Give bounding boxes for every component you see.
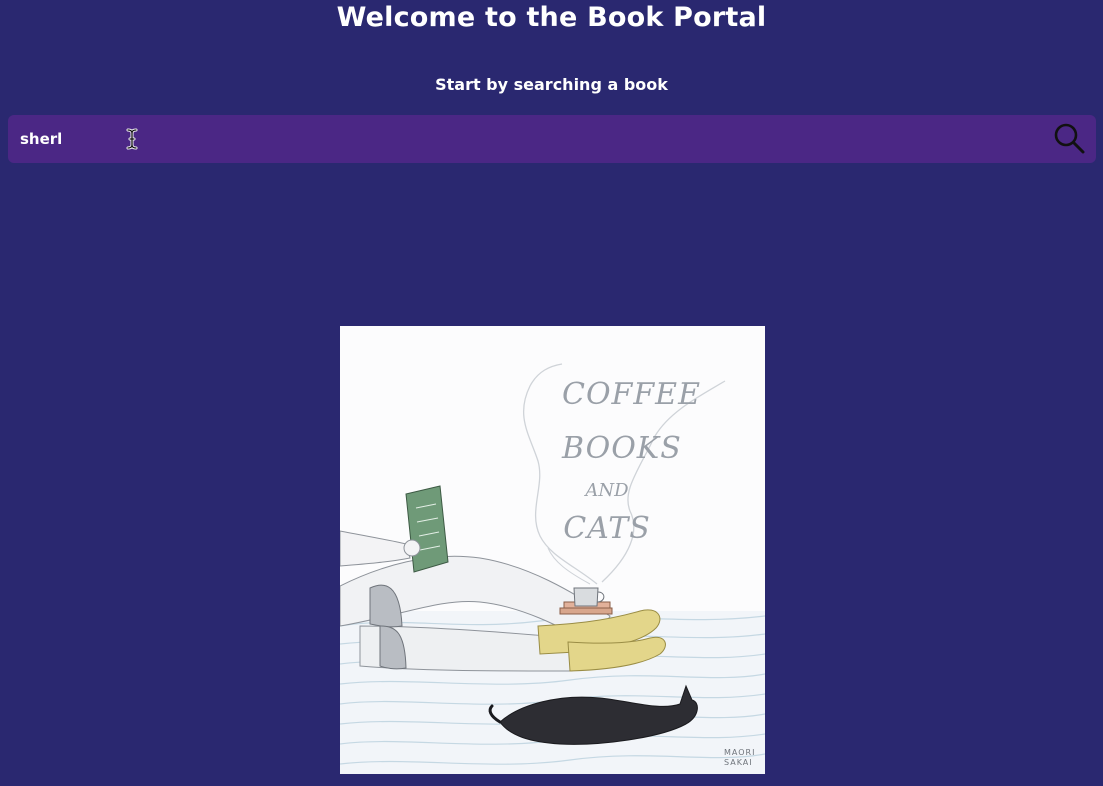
search-bar — [8, 115, 1096, 163]
page-subtitle: Start by searching a book — [435, 75, 668, 94]
text-cursor-icon — [126, 128, 138, 150]
illustration-art — [340, 363, 765, 774]
book-cafe-illustration: COFFEE BOOKS AND CATS MAORI SAKAI — [340, 326, 765, 774]
search-icon — [1054, 123, 1085, 154]
illustration-lettering: COFFEE BOOKS AND CATS — [562, 377, 701, 546]
page-title: Welcome to the Book Portal — [336, 2, 767, 33]
search-input[interactable] — [20, 115, 1040, 163]
search-button[interactable] — [1052, 121, 1088, 157]
artist-signature: MAORI SAKAI — [724, 748, 756, 767]
